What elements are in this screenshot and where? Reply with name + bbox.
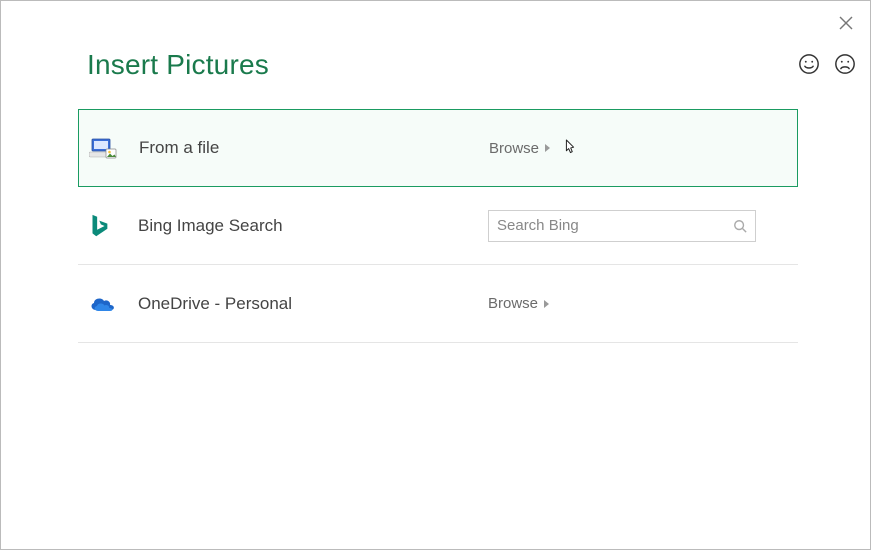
browse-onedrive-text: Browse xyxy=(488,295,538,312)
dialog-title: Insert Pictures xyxy=(87,49,269,81)
bing-search-box[interactable] xyxy=(488,210,756,242)
option-from-file[interactable]: From a file Browse xyxy=(78,109,798,187)
bing-search-input[interactable] xyxy=(497,217,733,234)
option-bing-search[interactable]: Bing Image Search xyxy=(78,187,798,265)
option-from-file-label: From a file xyxy=(139,138,489,158)
chevron-right-icon xyxy=(544,300,549,308)
onedrive-icon xyxy=(88,294,138,314)
search-icon xyxy=(733,219,747,233)
close-button[interactable] xyxy=(836,13,856,33)
browse-file-link[interactable]: Browse xyxy=(489,140,550,157)
option-onedrive-label: OneDrive - Personal xyxy=(138,294,488,314)
cursor-icon xyxy=(561,138,579,160)
computer-file-icon xyxy=(89,135,139,161)
bing-icon xyxy=(88,213,138,239)
chevron-right-icon xyxy=(545,144,550,152)
insert-options-list: From a file Browse Bing Image Search xyxy=(78,109,798,343)
browse-file-text: Browse xyxy=(489,140,539,157)
option-onedrive[interactable]: OneDrive - Personal Browse xyxy=(78,265,798,343)
feedback-sad-icon[interactable] xyxy=(834,53,856,75)
option-bing-label: Bing Image Search xyxy=(138,216,488,236)
browse-onedrive-link[interactable]: Browse xyxy=(488,295,549,312)
feedback-happy-icon[interactable] xyxy=(798,53,820,75)
